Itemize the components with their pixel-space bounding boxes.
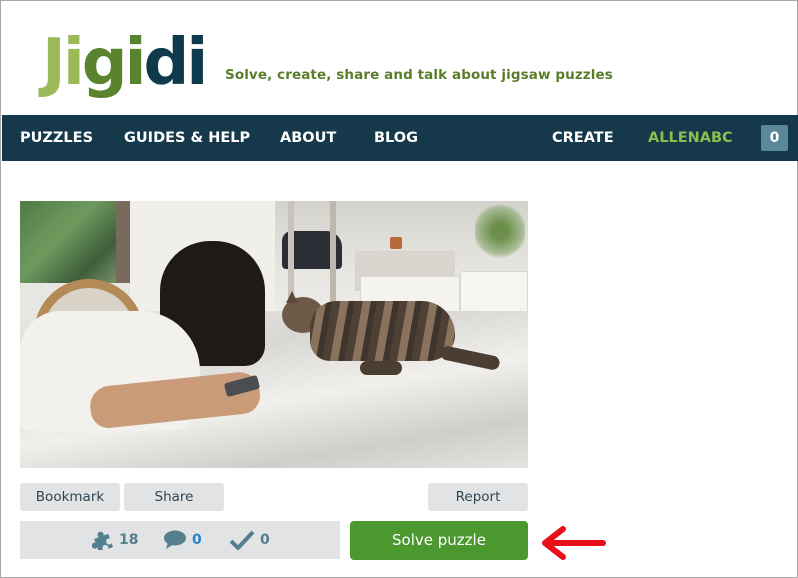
bookmark-button[interactable]: Bookmark: [20, 483, 120, 511]
notification-badge[interactable]: 0: [761, 125, 788, 151]
flower-pot: [390, 237, 402, 249]
annotation-arrow-icon: [542, 526, 606, 560]
nav-username[interactable]: ALLENABC: [648, 115, 733, 161]
puzzle-stats-bar: 18 0 0: [20, 521, 340, 559]
puzzle-piece-icon: [92, 531, 113, 550]
solves-count: 0: [260, 532, 270, 548]
site-tagline: Solve, create, share and talk about jigs…: [225, 67, 613, 83]
nav-create[interactable]: CREATE: [552, 115, 614, 161]
logo-part-1: Ji: [42, 26, 85, 100]
page-frame: Jigidi Solve, create, share and talk abo…: [0, 0, 798, 578]
pieces-count: 18: [119, 532, 139, 548]
puzzle-image[interactable]: [20, 201, 528, 468]
comments-count: 0: [192, 532, 202, 548]
comment-bubble-icon: [164, 530, 186, 549]
nav-blog[interactable]: BLOG: [374, 115, 418, 161]
jigidi-logo[interactable]: Jigidi: [42, 23, 209, 103]
logo-part-2: gi: [81, 26, 147, 100]
pole-2: [330, 201, 336, 311]
cat-body: [310, 301, 455, 361]
window-greenery: [20, 201, 130, 283]
cat-ear: [286, 291, 298, 303]
main-nav: PUZZLES GUIDES & HELP ABOUT BLOG CREATE …: [2, 115, 798, 161]
cat-paw: [360, 361, 402, 375]
stat-comments[interactable]: 0: [163, 521, 202, 559]
solve-puzzle-button[interactable]: Solve puzzle: [350, 521, 528, 560]
checkmark-icon: [229, 530, 255, 550]
nav-guides-help[interactable]: GUIDES & HELP: [124, 115, 250, 161]
palm-plant: [475, 201, 525, 261]
report-button[interactable]: Report: [428, 483, 528, 511]
stat-pieces: 18: [92, 521, 138, 559]
logo-part-3: di: [143, 26, 209, 100]
nav-about[interactable]: ABOUT: [280, 115, 336, 161]
share-button[interactable]: Share: [124, 483, 224, 511]
window-frame: [116, 201, 130, 283]
stat-solves: 0: [229, 521, 270, 559]
nav-puzzles[interactable]: PUZZLES: [20, 115, 93, 161]
